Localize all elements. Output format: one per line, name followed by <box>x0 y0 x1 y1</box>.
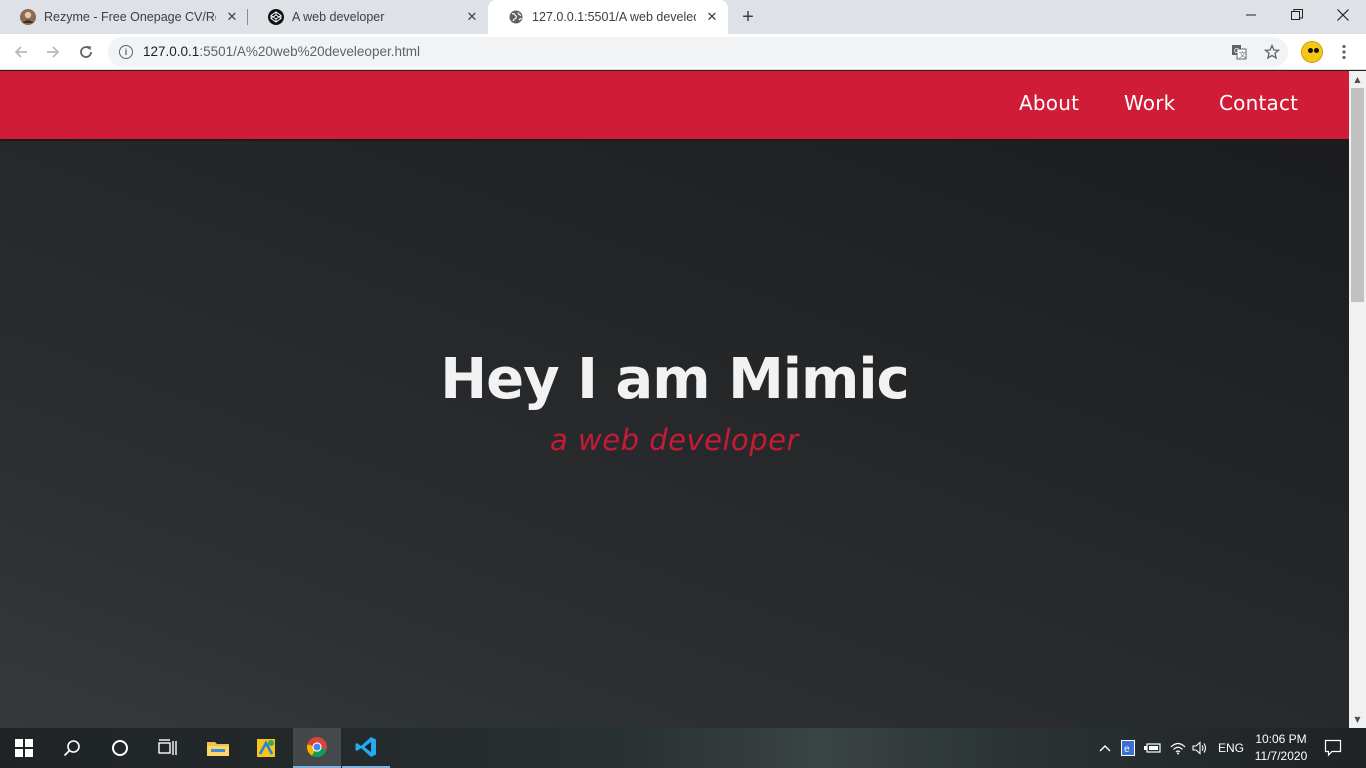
speaker-icon <box>1192 741 1207 755</box>
close-window-button[interactable] <box>1320 0 1366 30</box>
url-host: 127.0.0.1 <box>143 44 200 59</box>
back-button[interactable] <box>9 40 33 64</box>
browser-toolbar: i 127.0.0.1:5501/A%20web%20develeoper.ht… <box>0 34 1366 70</box>
tray-app-button[interactable]: e <box>1118 728 1138 768</box>
start-button[interactable] <box>0 728 48 768</box>
profile-avatar[interactable] <box>1301 41 1323 63</box>
close-tab-icon[interactable]: ✕ <box>704 9 720 25</box>
scroll-thumb[interactable] <box>1351 88 1364 302</box>
minimize-button[interactable] <box>1228 0 1274 30</box>
windows-logo-icon <box>15 739 33 757</box>
cortana-circle-icon <box>112 740 128 756</box>
close-icon <box>1337 9 1349 21</box>
address-bar[interactable]: i 127.0.0.1:5501/A%20web%20develeoper.ht… <box>108 37 1288 67</box>
url-text[interactable]: 127.0.0.1:5501/A%20web%20develeoper.html <box>143 44 420 59</box>
reload-icon <box>80 46 92 58</box>
hero-title: Hey I am Mimic <box>440 347 909 412</box>
forward-arrow-icon <box>47 46 60 58</box>
colorful-app-icon <box>257 739 275 757</box>
network-button[interactable] <box>1168 728 1188 768</box>
show-hidden-icons-button[interactable] <box>1095 728 1115 768</box>
page-scrollbar[interactable]: ▲ ▼ <box>1349 71 1366 728</box>
translate-icon[interactable]: G文 <box>1230 43 1248 61</box>
tab-local-page[interactable]: 127.0.0.1:5501/A web develeoper ✕ <box>488 0 728 34</box>
reload-button[interactable] <box>74 40 98 64</box>
chevron-up-icon <box>1099 745 1111 752</box>
chrome-menu-icon[interactable] <box>1336 42 1352 62</box>
vscode-taskbar-button[interactable] <box>342 728 390 768</box>
svg-text:e: e <box>1124 744 1130 755</box>
tab-web-developer[interactable]: A web developer ✕ <box>248 0 488 34</box>
tab-strip: Rezyme - Free Onepage CV/Resu ✕ A web de… <box>0 0 1366 34</box>
site-navbar: About Work Contact <box>0 71 1349 141</box>
url-path: :5501/A%20web%20develeoper.html <box>199 44 420 59</box>
codepen-favicon-icon <box>268 9 284 25</box>
volume-button[interactable] <box>1190 728 1210 768</box>
scroll-down-arrow-icon[interactable]: ▼ <box>1349 711 1366 728</box>
tab-rezyme[interactable]: Rezyme - Free Onepage CV/Resu ✕ <box>0 0 248 34</box>
bookmark-star-icon[interactable] <box>1263 43 1281 61</box>
search-button[interactable] <box>48 728 96 768</box>
svg-text:文: 文 <box>1239 50 1246 59</box>
forward-button[interactable] <box>41 40 65 64</box>
nav-link-work[interactable]: Work <box>1124 91 1175 115</box>
action-center-button[interactable] <box>1320 728 1346 768</box>
search-icon <box>63 740 80 757</box>
close-tab-icon[interactable]: ✕ <box>464 9 480 25</box>
system-clock[interactable]: 10:06 PM 11/7/2020 <box>1248 731 1314 765</box>
app-launcher-button[interactable] <box>242 728 290 768</box>
scroll-up-arrow-icon[interactable]: ▲ <box>1349 71 1366 88</box>
hero-section: Hey I am Mimic a web developer <box>0 141 1349 728</box>
task-view-button[interactable] <box>144 728 192 768</box>
close-tab-icon[interactable]: ✕ <box>224 9 240 25</box>
clock-time: 10:06 PM <box>1255 732 1307 746</box>
notification-icon <box>1324 739 1342 757</box>
nav-link-about[interactable]: About <box>1019 91 1079 115</box>
tray-app-icon: e <box>1121 740 1135 756</box>
nav-link-contact[interactable]: Contact <box>1219 91 1298 115</box>
hero-subtitle: a web developer <box>550 423 799 457</box>
cortana-button[interactable] <box>96 728 144 768</box>
back-arrow-icon <box>14 46 27 58</box>
chrome-icon <box>307 737 327 758</box>
language-indicator[interactable]: ENG <box>1215 728 1247 768</box>
chrome-taskbar-button[interactable] <box>293 728 341 768</box>
vscode-icon <box>355 737 376 757</box>
folder-icon <box>207 742 229 756</box>
minimize-icon <box>1246 14 1256 16</box>
tab-title: Rezyme - Free Onepage CV/Resu <box>44 10 216 24</box>
windows-taskbar: e ENG 10:06 PM 11/7/2020 <box>0 728 1366 768</box>
clock-date: 11/7/2020 <box>1254 749 1308 763</box>
battery-button[interactable] <box>1143 728 1163 768</box>
restore-button[interactable] <box>1274 0 1320 30</box>
globe-favicon-icon <box>508 9 524 25</box>
site-info-icon[interactable]: i <box>119 45 133 59</box>
wifi-icon <box>1170 742 1186 755</box>
restore-icon <box>1291 9 1303 20</box>
file-explorer-button[interactable] <box>194 728 242 768</box>
tab-title: 127.0.0.1:5501/A web develeoper <box>532 10 696 24</box>
web-page: About Work Contact Hey I am Mimic a web … <box>0 71 1349 728</box>
task-view-icon <box>158 739 177 755</box>
new-tab-button[interactable]: + <box>737 6 759 28</box>
portrait-favicon-icon <box>20 9 36 25</box>
battery-icon <box>1144 743 1161 753</box>
tab-title: A web developer <box>292 10 385 24</box>
